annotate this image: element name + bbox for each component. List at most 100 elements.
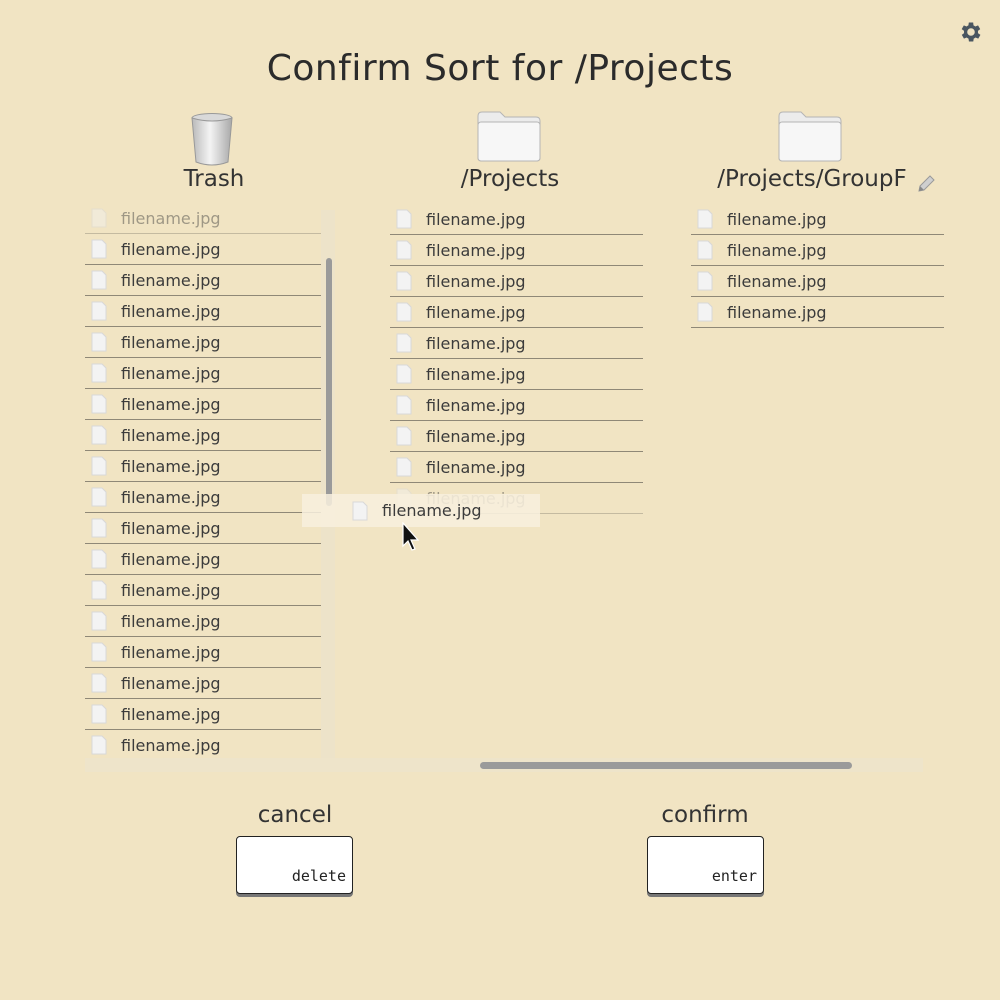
folder-icon[interactable] bbox=[777, 110, 843, 162]
file-name: filename.jpg bbox=[426, 240, 526, 260]
horizontal-scrollbar-thumb[interactable] bbox=[480, 762, 852, 769]
cancel-key-label: delete bbox=[291, 867, 346, 885]
list-item[interactable]: filename.jpg bbox=[85, 668, 321, 699]
file-name: filename.jpg bbox=[121, 425, 221, 445]
file-icon bbox=[396, 240, 412, 260]
gear-icon[interactable] bbox=[958, 19, 984, 45]
file-icon bbox=[396, 457, 412, 477]
file-name: filename.jpg bbox=[426, 333, 526, 353]
list-item[interactable]: filename.jpg bbox=[390, 297, 643, 328]
file-icon bbox=[91, 673, 107, 693]
list-item[interactable]: filename.jpg bbox=[85, 265, 321, 296]
file-name: filename.jpg bbox=[121, 270, 221, 290]
list-item[interactable]: filename.jpg bbox=[390, 204, 643, 235]
file-icon bbox=[91, 363, 107, 383]
projects-label: /Projects bbox=[460, 166, 560, 192]
file-icon bbox=[697, 209, 713, 229]
cancel-button[interactable]: delete bbox=[236, 836, 353, 894]
list-item[interactable]: filename.jpg bbox=[390, 421, 643, 452]
list-item[interactable]: filename.jpg bbox=[85, 203, 321, 234]
file-name: filename.jpg bbox=[121, 673, 221, 693]
confirm-key-label: enter bbox=[711, 867, 757, 885]
list-item[interactable]: filename.jpg bbox=[85, 451, 321, 482]
file-name: filename.jpg bbox=[121, 332, 221, 352]
file-name: filename.jpg bbox=[121, 580, 221, 600]
trash-file-list[interactable]: filename.jpg filename.jpg filename.jpg file… bbox=[85, 203, 321, 770]
file-icon bbox=[91, 611, 107, 631]
list-item[interactable]: filename.jpg bbox=[390, 266, 643, 297]
list-item[interactable]: filename.jpg bbox=[85, 358, 321, 389]
list-item[interactable]: filename.jpg bbox=[390, 235, 643, 266]
list-item[interactable]: filename.jpg bbox=[85, 420, 321, 451]
file-name: filename.jpg bbox=[121, 704, 221, 724]
trash-header: Trash bbox=[154, 166, 274, 192]
dragged-file-name: filename.jpg bbox=[382, 501, 482, 520]
file-icon bbox=[91, 735, 107, 755]
file-icon bbox=[91, 642, 107, 662]
trash-can-icon[interactable] bbox=[190, 112, 234, 166]
file-icon bbox=[697, 240, 713, 260]
list-item[interactable]: filename.jpg bbox=[85, 606, 321, 637]
list-item[interactable]: filename.jpg bbox=[85, 296, 321, 327]
file-icon bbox=[396, 395, 412, 415]
list-item[interactable]: filename.jpg bbox=[691, 235, 944, 266]
file-name: filename.jpg bbox=[426, 457, 526, 477]
file-icon bbox=[396, 302, 412, 322]
dragged-file[interactable]: filename.jpg bbox=[302, 494, 540, 527]
file-icon bbox=[91, 425, 107, 445]
file-icon bbox=[91, 270, 107, 290]
file-name: filename.jpg bbox=[121, 642, 221, 662]
file-name: filename.jpg bbox=[727, 302, 827, 322]
file-icon bbox=[91, 580, 107, 600]
list-item[interactable]: filename.jpg bbox=[691, 297, 944, 328]
list-item[interactable]: filename.jpg bbox=[85, 234, 321, 265]
list-item[interactable]: filename.jpg bbox=[85, 389, 321, 420]
file-icon bbox=[91, 239, 107, 259]
projects-file-list[interactable]: filename.jpg filename.jpg filename.jpg file… bbox=[390, 204, 643, 534]
file-name: filename.jpg bbox=[426, 302, 526, 322]
trash-scrollbar-thumb[interactable] bbox=[326, 258, 332, 506]
file-name: filename.jpg bbox=[121, 611, 221, 631]
list-item[interactable]: filename.jpg bbox=[390, 328, 643, 359]
list-item[interactable]: filename.jpg bbox=[85, 575, 321, 606]
file-icon bbox=[91, 301, 107, 321]
file-name: filename.jpg bbox=[121, 487, 221, 507]
list-item[interactable]: filename.jpg bbox=[85, 699, 321, 730]
list-item[interactable]: filename.jpg bbox=[390, 359, 643, 390]
pencil-icon[interactable] bbox=[915, 173, 937, 195]
list-item[interactable]: filename.jpg bbox=[390, 452, 643, 483]
file-name: filename.jpg bbox=[426, 209, 526, 229]
page-title: Confirm Sort for /Projects bbox=[266, 48, 734, 89]
confirm-button[interactable]: enter bbox=[647, 836, 764, 894]
file-name: filename.jpg bbox=[426, 426, 526, 446]
folder-icon[interactable] bbox=[476, 110, 542, 162]
file-icon bbox=[91, 549, 107, 569]
list-item[interactable]: filename.jpg bbox=[85, 513, 321, 544]
list-item[interactable]: filename.jpg bbox=[85, 327, 321, 358]
file-name: filename.jpg bbox=[121, 456, 221, 476]
file-name: filename.jpg bbox=[121, 394, 221, 414]
file-icon bbox=[91, 456, 107, 476]
file-icon bbox=[396, 271, 412, 291]
groupf-label[interactable]: /Projects/GroupF bbox=[717, 166, 906, 192]
list-item[interactable]: filename.jpg bbox=[390, 390, 643, 421]
list-item[interactable]: filename.jpg bbox=[691, 266, 944, 297]
file-name: filename.jpg bbox=[727, 271, 827, 291]
list-item[interactable]: filename.jpg bbox=[85, 730, 321, 761]
file-icon bbox=[396, 209, 412, 229]
projects-header: /Projects bbox=[430, 166, 590, 192]
file-icon bbox=[91, 487, 107, 507]
trash-label: Trash bbox=[183, 166, 245, 192]
list-item[interactable]: filename.jpg bbox=[85, 482, 321, 513]
file-icon bbox=[91, 394, 107, 414]
file-icon bbox=[396, 364, 412, 384]
groupf-file-list[interactable]: filename.jpg filename.jpg filename.jpg file… bbox=[691, 204, 944, 344]
file-name: filename.jpg bbox=[121, 239, 221, 259]
list-item[interactable]: filename.jpg bbox=[691, 204, 944, 235]
list-item[interactable]: filename.jpg bbox=[85, 637, 321, 668]
list-item[interactable]: filename.jpg bbox=[85, 544, 321, 575]
file-icon bbox=[91, 332, 107, 352]
file-name: filename.jpg bbox=[426, 271, 526, 291]
file-name: filename.jpg bbox=[426, 364, 526, 384]
file-name: filename.jpg bbox=[121, 549, 221, 569]
